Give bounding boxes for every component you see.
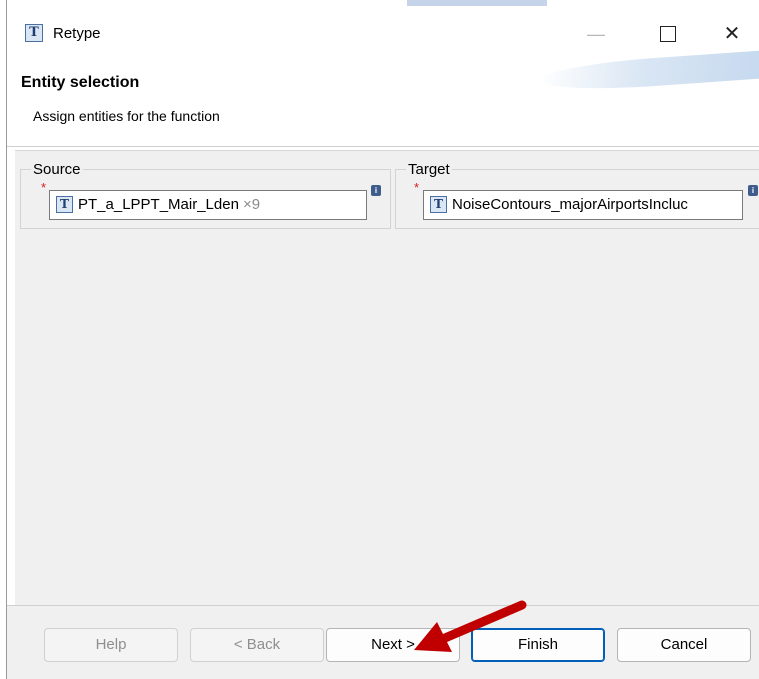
next-button[interactable]: Next > [326,628,460,662]
type-icon: T [56,196,73,213]
source-group: Source * T PT_a_LPPT_Mair_Lden ×9 i [20,161,391,229]
minimize-button[interactable]: — [573,14,619,54]
help-button[interactable]: Help [44,628,178,662]
page-description: Assign entities for the function [33,108,220,124]
source-entity-name: PT_a_LPPT_Mair_Lden [78,196,239,213]
retype-app-icon: T [25,24,43,42]
target-entity-name: NoiseContours_majorAirportsIncluc [452,196,688,213]
source-entity-count: ×9 [242,196,261,213]
source-required-mark: * [41,180,47,195]
button-bar: Help < Back Next > Finish Cancel [7,605,759,679]
title-bar[interactable]: T Retype — ✕ [7,0,759,64]
finish-button[interactable]: Finish [471,628,605,662]
back-button[interactable]: < Back [190,628,324,662]
type-icon: T [430,196,447,213]
source-entity-field[interactable]: T PT_a_LPPT_Mair_Lden ×9 [49,190,367,220]
source-legend: Source [33,161,81,178]
target-required-mark: * [414,180,420,195]
target-group: Target * T NoiseContours_majorAirportsIn… [395,161,759,229]
maximize-button[interactable] [645,14,691,54]
background-window-strip [407,0,547,6]
wizard-header: Entity selection Assign entities for the… [7,49,759,147]
cancel-button[interactable]: Cancel [617,628,751,662]
target-legend: Target [408,161,450,178]
target-entity-field[interactable]: T NoiseContours_majorAirportsIncluc [423,190,743,220]
wizard-content: Source * T PT_a_LPPT_Mair_Lden ×9 i Targe… [15,150,759,606]
source-entity-text: PT_a_LPPT_Mair_Lden ×9 [78,196,260,213]
target-info-icon[interactable]: i [748,185,758,196]
retype-dialog: T Retype — ✕ Entity selection Assign ent… [6,0,759,679]
maximize-icon [660,26,676,43]
close-button[interactable]: ✕ [709,14,755,54]
window-title: Retype [53,25,101,42]
page-title: Entity selection [21,74,140,91]
source-info-icon[interactable]: i [371,185,381,196]
